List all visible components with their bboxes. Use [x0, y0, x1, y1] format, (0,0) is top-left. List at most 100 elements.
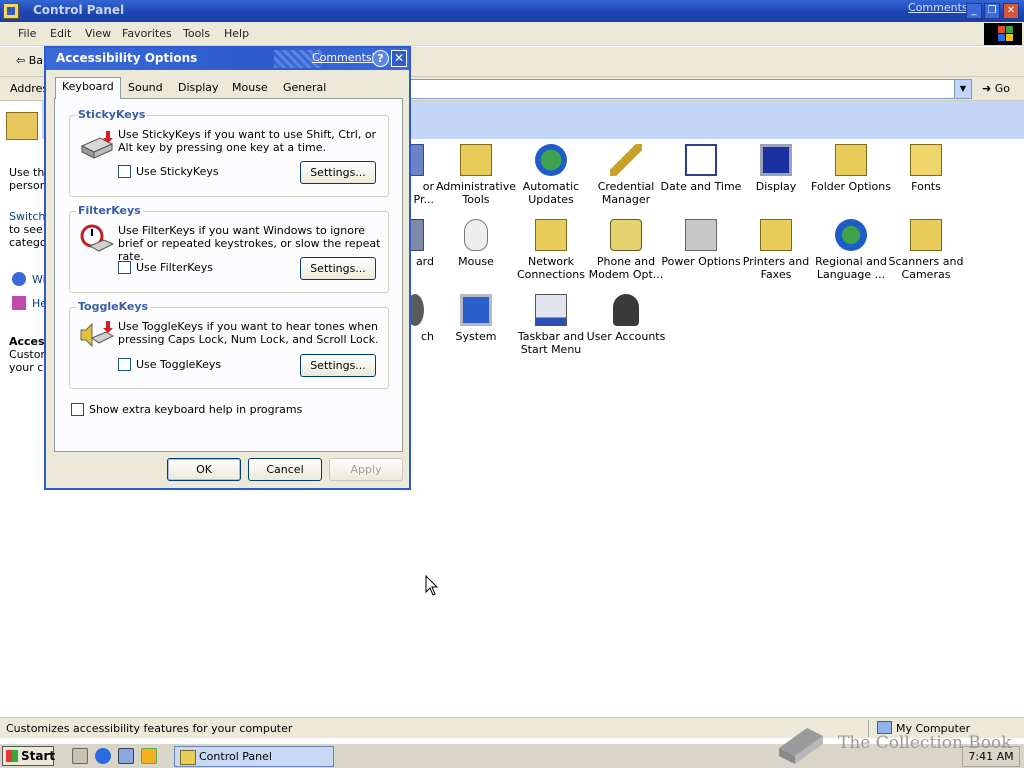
speaker-keyboard-icon — [80, 321, 114, 348]
restore-button[interactable]: ❐ — [984, 3, 1000, 19]
switch-view-link[interactable]: Switch — [9, 210, 45, 223]
phone-icon — [610, 219, 642, 251]
control-item-credential-manager[interactable]: Credential Manager — [584, 144, 668, 206]
control-item-system[interactable]: System — [434, 294, 518, 343]
system-computer-icon — [460, 294, 492, 326]
togglekeys-checkbox[interactable] — [118, 358, 131, 371]
stickykeys-checkbox[interactable] — [118, 165, 131, 178]
stickykeys-group: StickyKeys Use StickyKeys if you want to… — [69, 108, 389, 197]
calendar-clock-icon — [685, 144, 717, 176]
stickykeys-description: Use StickyKeys if you want to use Shift,… — [118, 128, 377, 154]
control-item-power-options[interactable]: Power Options — [659, 219, 743, 268]
stickykeys-checkbox-label: Use StickyKeys — [136, 165, 219, 178]
dialog-close-button[interactable]: ✕ — [391, 50, 407, 67]
accessibility-options-dialog: Accessibility Options Comments? ? ✕ Keyb… — [44, 46, 411, 490]
windows-logo-icon — [984, 23, 1022, 45]
network-icon[interactable] — [118, 748, 134, 764]
filterkeys-group: FilterKeys Use FilterKeys if you want Wi… — [69, 204, 389, 293]
apply-button[interactable]: Apply — [329, 458, 403, 481]
stickykeys-settings-button[interactable]: Settings... — [300, 161, 376, 184]
filterkeys-checkbox[interactable] — [118, 261, 131, 274]
dialog-comments-link[interactable]: Comments? — [312, 51, 377, 64]
togglekeys-group: ToggleKeys Use ToggleKeys if you want to… — [69, 300, 389, 389]
help-icon[interactable]: ? — [372, 50, 389, 67]
automatic-updates-icon — [535, 144, 567, 176]
dialog-title: Accessibility Options — [56, 51, 198, 65]
menu-edit[interactable]: Edit — [50, 27, 71, 40]
fonts-folder-icon — [910, 144, 942, 176]
control-item-display[interactable]: Display — [734, 144, 818, 193]
control-item-phone-modem[interactable]: Phone and Modem Opt... — [584, 219, 668, 281]
user-accounts-icon — [613, 294, 639, 326]
main-comments-link[interactable]: Comments? — [908, 1, 973, 14]
menu-bar: File Edit View Favorites Tools Help — [0, 22, 1024, 46]
main-close-button[interactable]: ✕ — [1003, 3, 1019, 19]
mouse-icon — [464, 219, 488, 251]
control-panel-folder-icon — [6, 112, 38, 140]
menu-help[interactable]: Help — [224, 27, 249, 40]
menu-view[interactable]: View — [85, 27, 111, 40]
administrative-tools-icon — [460, 144, 492, 176]
show-desktop-icon[interactable] — [72, 748, 88, 764]
address-input[interactable]: ▼ — [406, 79, 972, 99]
control-item-date-and-time[interactable]: Date and Time — [659, 144, 743, 193]
togglekeys-settings-button[interactable]: Settings... — [300, 354, 376, 377]
main-window-title: Control Panel — [33, 3, 125, 17]
address-label: Addres — [10, 82, 49, 95]
back-label: Ba — [28, 54, 44, 67]
watermark: The Collection Book — [773, 722, 1013, 766]
back-button[interactable]: ⇦ Ba — [16, 54, 43, 67]
filterkeys-checkbox-label: Use FilterKeys — [136, 261, 213, 274]
control-item-regional-language[interactable]: Regional and Language ... — [809, 219, 893, 281]
control-item-administrative-tools[interactable]: Administrative Tools — [434, 144, 518, 206]
cancel-button[interactable]: Cancel — [248, 458, 322, 481]
togglekeys-title: ToggleKeys — [76, 300, 151, 313]
go-label: Go — [994, 82, 1010, 95]
tab-sound[interactable]: Sound — [122, 79, 169, 98]
control-panel-app-icon — [3, 3, 19, 19]
filterkeys-settings-button[interactable]: Settings... — [300, 257, 376, 280]
keyboard-tab-panel: StickyKeys Use StickyKeys if you want to… — [54, 98, 403, 452]
control-item-folder-options[interactable]: Folder Options — [809, 144, 893, 193]
taskbar-icon — [535, 294, 567, 326]
globe-icon — [835, 219, 867, 251]
start-button[interactable]: Start — [2, 746, 55, 766]
left-task-panel — [0, 101, 42, 713]
control-item-fonts[interactable]: Fonts — [884, 144, 968, 193]
tab-general[interactable]: General — [277, 79, 332, 98]
network-folder-icon — [535, 219, 567, 251]
media-player-icon[interactable] — [141, 748, 157, 764]
ok-button[interactable]: OK — [167, 458, 241, 481]
taskbar-control-panel-button[interactable]: Control Panel — [174, 746, 334, 767]
menu-favorites[interactable]: Favorites — [122, 27, 172, 40]
chevron-down-icon[interactable]: ▼ — [954, 80, 971, 98]
togglekeys-checkbox-label: Use ToggleKeys — [136, 358, 222, 371]
control-item-user-accounts[interactable]: User Accounts — [584, 294, 668, 343]
dialog-title-bar[interactable]: Accessibility Options Comments? ? ✕ — [46, 48, 409, 70]
book-icon — [779, 728, 823, 764]
watermark-text: The Collection Book — [838, 733, 1012, 753]
minimize-button[interactable]: _ — [966, 3, 982, 19]
windows-update-icon — [12, 272, 26, 286]
extra-keyboard-help-checkbox[interactable] — [71, 403, 84, 416]
menu-tools[interactable]: Tools — [183, 27, 210, 40]
credential-key-icon — [610, 144, 642, 176]
go-button[interactable]: ➜ Go — [982, 82, 1010, 95]
control-item-taskbar-start-menu[interactable]: Taskbar and Start Menu — [509, 294, 593, 356]
control-item-mouse[interactable]: Mouse — [434, 219, 518, 268]
control-item-printers-faxes[interactable]: Printers and Faxes — [734, 219, 818, 281]
tab-display[interactable]: Display — [172, 79, 225, 98]
tab-keyboard[interactable]: Keyboard — [55, 77, 121, 99]
stopwatch-keyboard-icon — [80, 224, 114, 252]
tab-mouse[interactable]: Mouse — [226, 79, 274, 98]
keyboard-arrow-icon — [80, 131, 114, 159]
internet-explorer-icon[interactable] — [95, 748, 111, 764]
control-item-scanners-cameras[interactable]: Scanners and Cameras — [884, 219, 968, 281]
control-item-network-connections[interactable]: Network Connections — [509, 219, 593, 281]
menu-file[interactable]: File — [18, 27, 36, 40]
folder-options-icon — [835, 144, 867, 176]
help-support-icon — [12, 296, 26, 310]
control-item-automatic-updates[interactable]: Automatic Updates — [509, 144, 593, 206]
left-panel-text-2: person — [9, 179, 47, 192]
display-monitor-icon — [760, 144, 792, 176]
